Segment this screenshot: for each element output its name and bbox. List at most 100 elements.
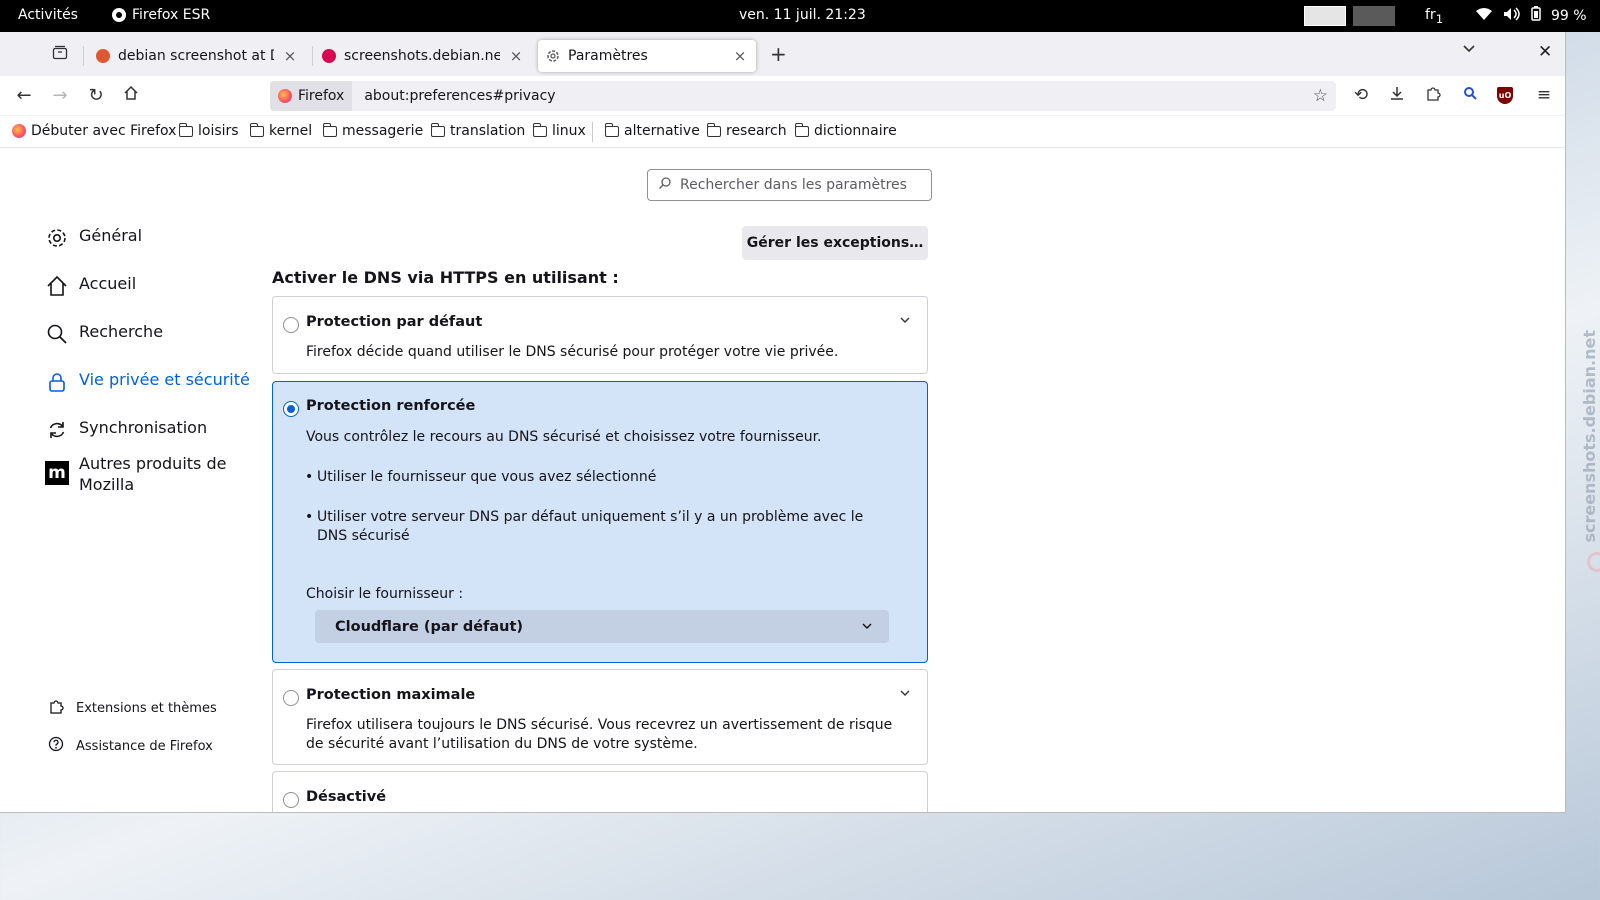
- gnome-top-bar: Activités Firefox ESR ven. 11 juil. 21:2…: [0, 0, 1600, 32]
- tab-duckduckgo[interactable]: debian screenshot at DuckDuckGo ×: [88, 40, 306, 72]
- home-icon: [45, 274, 69, 298]
- workspace-2[interactable]: [1353, 6, 1395, 26]
- url-bar[interactable]: Firefox about:preferences#privacy ☆: [270, 81, 1336, 111]
- dns-over-https-heading: Activer le DNS via HTTPS en utilisant :: [272, 268, 619, 287]
- sidebar-link-label: Extensions et thèmes: [76, 700, 217, 716]
- wifi-icon: [1475, 7, 1493, 25]
- folder-icon: [322, 122, 337, 137]
- sidebar-item-sync[interactable]: Synchronisation: [45, 418, 207, 442]
- radio-off[interactable]: [283, 792, 299, 808]
- manage-exceptions-button[interactable]: Gérer les exceptions…: [742, 226, 928, 260]
- bookmark-label: Débuter avec Firefox: [31, 123, 177, 139]
- tab-title: debian screenshot at DuckDuckGo: [118, 48, 274, 64]
- bookmark-folder[interactable]: research: [706, 122, 787, 139]
- sidebar-item-privacy[interactable]: Vie privée et sécurité: [45, 370, 250, 394]
- bookmark-label: alternative: [624, 123, 700, 139]
- sidebar-item-general[interactable]: Général: [45, 226, 142, 250]
- option-description: Firefox décide quand utiliser le DNS séc…: [306, 344, 839, 360]
- radio-increased[interactable]: [283, 401, 299, 417]
- bookmark-folder[interactable]: translation: [430, 122, 525, 139]
- close-tab-icon[interactable]: ×: [508, 47, 524, 65]
- close-tab-icon[interactable]: ×: [282, 47, 298, 65]
- expand-chevron-icon[interactable]: [899, 686, 911, 700]
- hamburger-menu-icon[interactable]: ≡: [1533, 85, 1555, 105]
- forward-arrow-icon[interactable]: →: [49, 85, 71, 106]
- search-icon: [45, 322, 69, 346]
- provider-select[interactable]: Cloudflare (par défaut): [315, 610, 889, 643]
- system-tray[interactable]: 99 %: [1475, 6, 1587, 25]
- sidebar-link-label: Assistance de Firefox: [76, 738, 213, 754]
- bookmark-label: dictionnaire: [814, 123, 897, 139]
- reload-icon[interactable]: ↻: [85, 85, 107, 106]
- folder-icon: [532, 122, 547, 137]
- radio-max[interactable]: [283, 690, 299, 706]
- back-arrow-icon[interactable]: ←: [13, 85, 35, 106]
- bookmarks-separator: [592, 122, 593, 142]
- expand-chevron-icon[interactable]: [899, 313, 911, 327]
- bookmark-label: linux: [552, 123, 586, 139]
- watermark-text: screenshots.debian.net: [1580, 330, 1599, 543]
- workspace-1[interactable]: [1304, 6, 1346, 26]
- sidebar-extensions-link[interactable]: Extensions et thèmes: [48, 698, 217, 718]
- tab-parametres[interactable]: Paramètres ×: [538, 40, 756, 72]
- dns-option-increased[interactable]: Protection renforcée Vous contrôlez le r…: [272, 381, 928, 663]
- history-icon[interactable]: ⟲: [1350, 85, 1372, 105]
- option-bullet: Utiliser le fournisseur que vous avez sé…: [305, 468, 877, 487]
- sidebar-item-search[interactable]: Recherche: [45, 322, 163, 346]
- clock[interactable]: ven. 11 juil. 21:23: [739, 7, 866, 23]
- sidebar-support-link[interactable]: Assistance de Firefox: [48, 736, 213, 756]
- home-icon[interactable]: [120, 85, 142, 106]
- ublock-origin-icon[interactable]: uO: [1497, 87, 1513, 104]
- option-title: Protection maximale: [306, 687, 476, 703]
- sidebar-item-label: Autres produits de Mozilla: [79, 454, 227, 494]
- bookmark-label: loisirs: [198, 123, 239, 139]
- option-title: Protection renforcée: [306, 398, 476, 414]
- tab-screenshots-debian[interactable]: screenshots.debian.net ×: [314, 40, 532, 72]
- gear-icon: [45, 226, 69, 250]
- bookmark-folder[interactable]: messagerie: [322, 122, 423, 139]
- tab-bar: debian screenshot at DuckDuckGo × screen…: [0, 32, 1565, 76]
- firefox-icon: [278, 89, 292, 103]
- bookmark-folder[interactable]: kernel: [249, 122, 312, 139]
- url-text[interactable]: about:preferences#privacy: [364, 88, 555, 104]
- radio-default[interactable]: [283, 317, 299, 333]
- navigation-toolbar: ← → ↻ Firefox about:preferences#privacy …: [0, 76, 1565, 116]
- sidebar-item-mozilla[interactable]: m Autres produits de Mozilla: [45, 453, 235, 495]
- extensions-puzzle-icon[interactable]: [1422, 85, 1444, 106]
- option-title: Protection par défaut: [306, 314, 483, 330]
- identity-box[interactable]: Firefox: [270, 81, 353, 111]
- search-placeholder: Rechercher dans les paramètres: [680, 177, 907, 193]
- close-tab-icon[interactable]: ×: [732, 47, 748, 65]
- settings-search-input[interactable]: Rechercher dans les paramètres: [647, 169, 932, 201]
- mozilla-icon: m: [45, 461, 69, 485]
- sidebar-item-home[interactable]: Accueil: [45, 274, 136, 298]
- activities-button[interactable]: Activités: [18, 7, 78, 23]
- tab-title: screenshots.debian.net: [344, 48, 500, 64]
- dns-option-max[interactable]: Protection maximale Firefox utilisera to…: [272, 669, 928, 765]
- app-menu[interactable]: Firefox ESR: [112, 7, 210, 23]
- downloads-icon[interactable]: [1386, 85, 1408, 106]
- firefox-icon: [12, 124, 26, 138]
- sidebar-item-label: Accueil: [79, 274, 137, 293]
- bookmark-folder[interactable]: alternative: [604, 122, 700, 139]
- list-all-tabs-chevron-icon[interactable]: [1462, 42, 1476, 58]
- bookmark-folder[interactable]: linux: [532, 122, 586, 139]
- keyboard-layout[interactable]: fr1: [1425, 7, 1443, 26]
- sidebar-item-label: Recherche: [79, 322, 164, 341]
- window-close-icon[interactable]: ✕: [1538, 42, 1552, 62]
- bookmark-star-icon[interactable]: ☆: [1313, 86, 1328, 106]
- bookmark-item[interactable]: Débuter avec Firefox: [12, 123, 176, 139]
- search-extension-icon[interactable]: [1459, 85, 1481, 105]
- tab-separator: [312, 46, 313, 66]
- bookmark-folder[interactable]: loisirs: [178, 122, 239, 139]
- option-description: Firefox utilisera toujours le DNS sécuri…: [306, 717, 893, 752]
- debian-favicon-icon: [322, 49, 336, 63]
- new-tab-icon[interactable]: +: [770, 42, 787, 66]
- bookmarks-toolbar: Débuter avec Firefox loisirs kernel mess…: [0, 116, 1565, 148]
- gear-favicon-icon: [546, 49, 560, 63]
- tab-list-icon[interactable]: [50, 44, 70, 62]
- bookmark-folder[interactable]: dictionnaire: [794, 122, 897, 139]
- dns-option-default[interactable]: Protection par défaut Firefox décide qua…: [272, 296, 928, 374]
- dns-option-off[interactable]: Désactivé: [272, 771, 928, 812]
- folder-icon: [430, 122, 445, 137]
